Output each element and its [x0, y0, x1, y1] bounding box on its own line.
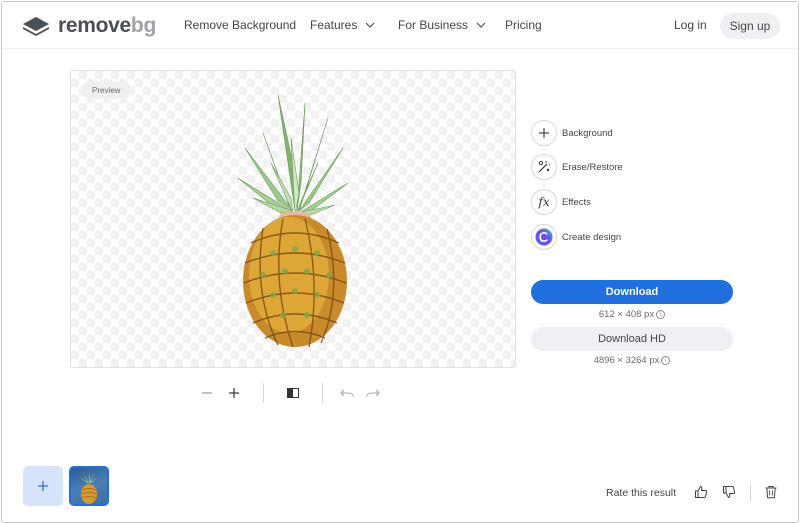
tool-background-circle [531, 120, 557, 146]
image-canvas[interactable]: Preview [70, 70, 516, 368]
canvas-toolbar [198, 382, 398, 404]
nav-pricing[interactable]: Pricing [505, 18, 542, 32]
thumbs-up-icon[interactable] [694, 485, 708, 499]
bottom-divider [750, 484, 751, 502]
app-window: removebg Remove Background Features For … [1, 1, 799, 523]
redo-icon [366, 389, 380, 397]
logo-wordmark: removebg [58, 14, 156, 38]
info-icon[interactable]: i [661, 355, 671, 365]
tool-background-label: Background [562, 127, 613, 139]
tool-erase-restore-label: Erase/Restore [562, 161, 623, 173]
chevron-down-icon [365, 22, 375, 28]
download-hd-size-text: 4896 × 3264 px [593, 355, 660, 366]
tool-create-design-label: Create design [562, 231, 622, 243]
compare-icon [287, 388, 299, 398]
plus-icon [539, 128, 549, 138]
download-hd-button[interactable]: Download HD [531, 327, 733, 351]
undo-icon [340, 389, 354, 397]
pineapple-image [237, 94, 349, 348]
logo-word-bg: bg [130, 14, 156, 37]
nav-features-label: Features [310, 18, 358, 32]
download-button[interactable]: Download [531, 280, 733, 304]
nav-features[interactable]: Features [310, 18, 375, 32]
tool-effects[interactable]: fx Effects [531, 188, 591, 216]
thumbs-down-icon[interactable] [722, 485, 736, 499]
tool-erase-circle [531, 154, 557, 180]
nav-for-business-label: For Business [398, 18, 469, 32]
plus-icon [38, 481, 48, 491]
signup-button[interactable]: Sign up [720, 13, 780, 39]
trash-icon[interactable] [764, 485, 778, 499]
download-hd-size: 4896 × 3264 px i [531, 355, 733, 366]
logo[interactable]: removebg [22, 14, 156, 38]
add-image-button[interactable] [23, 466, 63, 506]
pineapple-thumbnail-image [80, 470, 98, 504]
tool-effects-circle: fx [531, 189, 557, 215]
download-size: 612 × 408 px i [531, 309, 733, 320]
canva-logo-icon [535, 228, 553, 246]
compare-button[interactable] [284, 382, 302, 404]
login-link[interactable]: Log in [674, 18, 707, 32]
tool-create-design[interactable]: Create design [531, 223, 621, 251]
image-thumbnail[interactable] [69, 466, 109, 506]
layers-logo-icon [23, 17, 49, 36]
nav-for-business[interactable]: For Business [398, 18, 486, 32]
zoom-out-button[interactable] [198, 382, 216, 404]
top-navbar: removebg Remove Background Features For … [2, 2, 798, 49]
zoom-in-button[interactable] [225, 382, 243, 404]
minus-icon [202, 392, 212, 394]
toolbar-divider [322, 383, 323, 403]
preview-badge: Preview [81, 81, 132, 99]
nav-remove-background-label: Remove Background [184, 18, 297, 32]
nav-pricing-label: Pricing [505, 18, 542, 32]
nav-remove-background[interactable]: Remove Background [184, 18, 296, 32]
magic-brush-icon [538, 160, 550, 173]
rate-result-label: Rate this result [606, 487, 677, 499]
undo-button[interactable] [339, 382, 355, 404]
info-icon[interactable]: i [656, 309, 666, 319]
effects-icon: fx [538, 195, 550, 209]
tool-design-circle [531, 224, 557, 250]
toolbar-divider [263, 383, 264, 403]
download-size-text: 612 × 408 px [598, 309, 655, 320]
chevron-down-icon [476, 22, 486, 28]
redo-button[interactable] [365, 382, 381, 404]
plus-icon [229, 388, 239, 398]
tool-effects-label: Effects [562, 196, 591, 208]
tool-background[interactable]: Background [531, 119, 613, 147]
tool-erase-restore[interactable]: Erase/Restore [531, 153, 623, 181]
logo-word-remove: remove [58, 14, 131, 37]
